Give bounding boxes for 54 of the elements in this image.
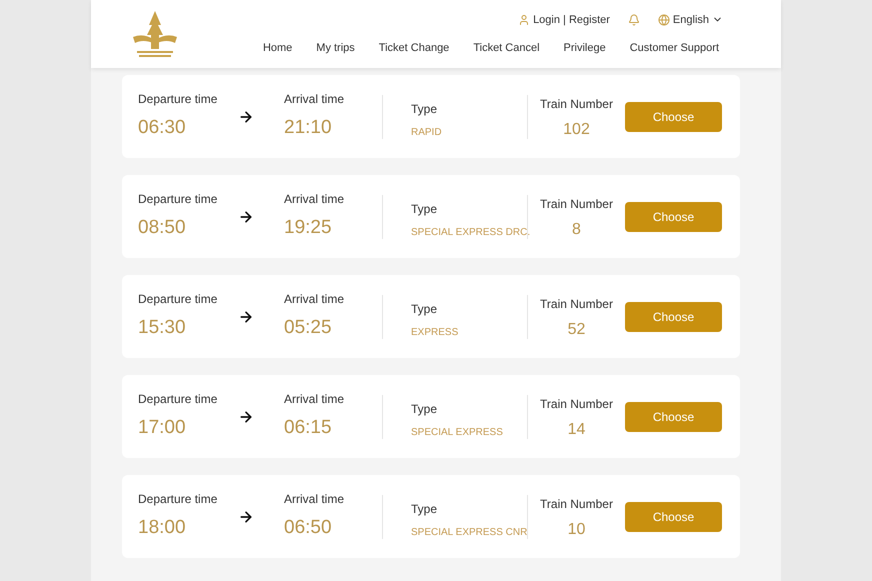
arrival-label: Arrival time	[284, 91, 346, 108]
nav-link[interactable]: Ticket Cancel	[473, 40, 540, 56]
arrival-label: Arrival time	[284, 491, 346, 508]
departure-time: 08:50	[138, 216, 187, 240]
train-number: 14	[568, 420, 586, 440]
train-type: EXPRESS	[411, 326, 460, 340]
globe-icon	[658, 14, 670, 26]
language-selector[interactable]: English	[658, 12, 723, 28]
nav-link[interactable]: Ticket Change	[378, 40, 450, 56]
arrival-label: Arrival time	[284, 191, 346, 208]
type-label: Type	[411, 200, 438, 218]
departure-label: Departure time	[138, 491, 218, 508]
departure-label: Departure time	[138, 291, 218, 308]
type-label: Type	[411, 100, 438, 118]
type-label: Type	[411, 300, 438, 318]
train-type: SPECIAL EXPRESS CNR	[411, 526, 527, 540]
train-number: 52	[568, 320, 586, 340]
arrival-label: Arrival time	[284, 391, 346, 408]
departure-time: 06:30	[138, 116, 187, 140]
nav-link[interactable]: Customer Support	[630, 40, 719, 56]
departure-time: 17:00	[138, 416, 187, 440]
type-label: Type	[411, 500, 438, 518]
nav-link[interactable]: My trips	[316, 40, 355, 56]
user-icon	[518, 14, 530, 26]
arrival-time: 06:15	[284, 416, 333, 440]
arrival-time: 21:10	[284, 116, 333, 140]
train-number: 8	[572, 220, 581, 240]
departure-label: Departure time	[138, 191, 218, 208]
login-link[interactable]: Login | Register	[518, 12, 610, 28]
arrow-icon	[238, 508, 254, 524]
train-number-label: Train Number	[540, 296, 613, 313]
logo-icon	[131, 9, 179, 59]
train-type: RAPID	[411, 126, 443, 140]
arrival-time: 19:25	[284, 216, 333, 240]
departure-time: 15:30	[138, 316, 187, 340]
train-number-label: Train Number	[540, 196, 613, 213]
departure-time: 18:00	[138, 516, 187, 540]
train-number-label: Train Number	[540, 396, 613, 413]
type-label: Type	[411, 400, 438, 418]
nav-link[interactable]: Home	[262, 40, 292, 56]
train-type: SPECIAL EXPRESS	[411, 426, 504, 440]
arrival-time: 05:25	[284, 316, 333, 340]
bell-icon[interactable]	[628, 14, 640, 26]
train-number: 102	[563, 120, 590, 140]
train-number: 10	[568, 520, 586, 540]
departure-label: Departure time	[138, 91, 218, 108]
arrival-label: Arrival time	[284, 291, 346, 308]
train-number-label: Train Number	[540, 496, 613, 513]
train-type: SPECIAL EXPRESS DRC.	[411, 226, 527, 240]
departure-label: Departure time	[138, 391, 218, 408]
arrival-time: 06:50	[284, 516, 333, 540]
nav-link[interactable]: Privilege	[564, 40, 606, 56]
train-number-label: Train Number	[540, 96, 613, 113]
arrow-icon	[238, 208, 254, 224]
